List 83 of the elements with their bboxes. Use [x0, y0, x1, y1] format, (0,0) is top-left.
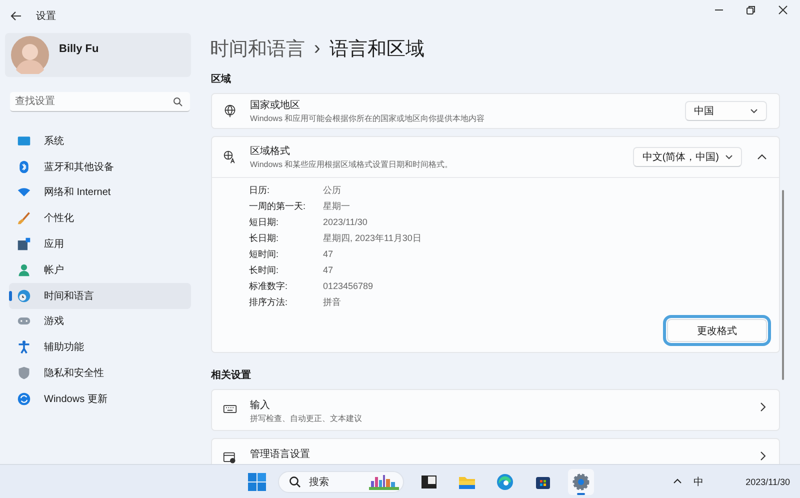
scrollbar[interactable] [782, 190, 784, 380]
chevron-up-icon[interactable] [672, 477, 682, 486]
format-label: 短时间: [249, 248, 280, 261]
format-label: 长日期: [249, 232, 280, 245]
browser-icon [496, 472, 514, 490]
format-dropdown[interactable]: 中文(简体，中国) [633, 147, 742, 167]
setting-description: 拼写检查、自动更正、文本建议 [250, 413, 363, 424]
shield-icon [17, 366, 31, 380]
search-icon [173, 97, 183, 107]
setting-title: 管理语言设置 [250, 448, 311, 461]
city-skyline-icon [369, 474, 399, 490]
breadcrumb-link[interactable]: 时间和语言 [210, 36, 305, 62]
setting-title: 输入 [250, 398, 271, 412]
format-label: 排序方法: [249, 296, 289, 309]
nav-item[interactable]: 游戏 [9, 308, 191, 334]
format-value: 星期一 [323, 200, 351, 213]
input-method-indicator[interactable]: 中 [694, 474, 704, 488]
nav-item[interactable]: 时间和语言 [9, 282, 191, 309]
setting-description: Windows 和某些应用根据区域格式设置日期和时间格式。 [250, 159, 454, 170]
format-value: 47 [323, 264, 334, 277]
country-dropdown[interactable]: 中国 [685, 101, 767, 121]
format-value: 0123456789 [323, 280, 374, 293]
nav-item[interactable]: 个性化 [9, 205, 191, 232]
nav-item[interactable]: 网络和 Internet [9, 180, 191, 206]
settings-icon [572, 472, 590, 490]
back-arrow-icon[interactable] [10, 10, 22, 22]
settings-card[interactable]: 管理语言设置 [211, 438, 780, 464]
format-label: 长时间: [249, 264, 280, 277]
breadcrumb-separator: › [314, 38, 320, 60]
bluetooth-icon [17, 160, 31, 174]
chevron-right-icon [759, 402, 767, 412]
format-value: 星期四, 2023年11月30日 [323, 232, 422, 245]
nav-item[interactable]: 系统 [9, 128, 191, 154]
chevron-down-icon [750, 107, 758, 115]
search-field[interactable]: 查找设置 [10, 92, 190, 112]
globe-clock-icon [17, 288, 31, 303]
apps-icon [17, 237, 31, 252]
language-region-icon [223, 150, 237, 164]
brush-icon [17, 211, 31, 226]
format-label: 短日期: [249, 216, 280, 229]
nav-item[interactable]: 隐私和安全性 [9, 360, 191, 386]
setting-description: Windows 和应用可能会根据你所在的国家或地区向你提供本地内容 [250, 113, 486, 124]
nav-item[interactable]: 帐户 [9, 256, 191, 283]
restore-icon[interactable] [746, 5, 756, 15]
format-label: 日历: [249, 184, 271, 197]
setting-title: 区域格式 [250, 144, 291, 158]
close-icon[interactable] [778, 5, 788, 15]
nav-item[interactable]: 辅助功能 [9, 334, 191, 360]
avatar-icon [11, 36, 49, 74]
chevron-down-icon [725, 153, 733, 161]
format-value: 2023/11/30 [323, 216, 368, 229]
nav-item[interactable]: Windows 更新 [9, 386, 191, 412]
user-name: Billy Fu [59, 43, 99, 55]
settings-card[interactable]: 输入 拼写检查、自动更正、文本建议 [211, 389, 780, 431]
profile-card[interactable]: Billy Fu [5, 33, 191, 77]
keyboard-icon [223, 402, 237, 416]
search-icon [289, 476, 301, 488]
chevron-up-icon[interactable] [757, 152, 767, 162]
clock-date[interactable]: 2023/11/30 [746, 476, 790, 486]
page-title: 语言和区域 [329, 38, 424, 62]
section-heading: 区域 [211, 72, 232, 86]
window-title: 设置 [36, 10, 56, 23]
task-view-icon [420, 472, 438, 490]
nav-item[interactable]: 应用 [9, 231, 191, 257]
person-icon [17, 262, 31, 277]
update-icon [17, 392, 31, 406]
windows-logo-icon[interactable] [248, 472, 266, 490]
accessibility-icon [17, 340, 31, 354]
nav-item[interactable]: 蓝牙和其他设备 [9, 154, 191, 180]
selection-indicator [9, 290, 12, 301]
format-value: 公历 [323, 184, 342, 197]
taskbar-search[interactable]: 搜索 [278, 470, 404, 492]
format-label: 标准数字: [249, 280, 289, 293]
active-indicator [577, 492, 585, 494]
chevron-right-icon [759, 451, 767, 461]
format-label: 一周的第一天: [249, 200, 307, 213]
globe-icon [223, 104, 237, 118]
window-icon [223, 451, 237, 464]
monitor-icon [17, 134, 31, 148]
format-value: 拼音 [323, 296, 342, 309]
setting-title: 国家或地区 [250, 98, 301, 112]
format-value: 47 [323, 248, 334, 261]
section-heading: 相关设置 [211, 368, 252, 382]
